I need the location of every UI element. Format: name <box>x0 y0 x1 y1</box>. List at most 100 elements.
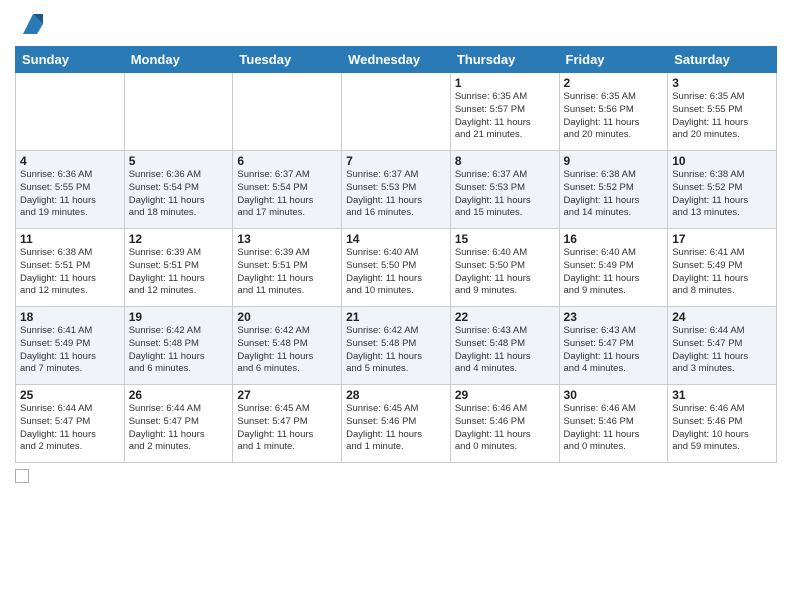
day-info: Sunrise: 6:46 AM Sunset: 5:46 PM Dayligh… <box>564 403 664 454</box>
day-info: Sunrise: 6:36 AM Sunset: 5:54 PM Dayligh… <box>129 169 229 220</box>
day-number: 30 <box>564 388 664 402</box>
day-info: Sunrise: 6:35 AM Sunset: 5:56 PM Dayligh… <box>564 91 664 142</box>
day-number: 7 <box>346 154 446 168</box>
day-info: Sunrise: 6:39 AM Sunset: 5:51 PM Dayligh… <box>129 247 229 298</box>
day-cell-24: 24Sunrise: 6:44 AM Sunset: 5:47 PM Dayli… <box>668 307 777 385</box>
day-info: Sunrise: 6:37 AM Sunset: 5:53 PM Dayligh… <box>346 169 446 220</box>
day-number: 9 <box>564 154 664 168</box>
page: SundayMondayTuesdayWednesdayThursdayFrid… <box>0 0 792 612</box>
day-number: 5 <box>129 154 229 168</box>
day-number: 31 <box>672 388 772 402</box>
week-row-5: 25Sunrise: 6:44 AM Sunset: 5:47 PM Dayli… <box>16 385 777 463</box>
day-info: Sunrise: 6:44 AM Sunset: 5:47 PM Dayligh… <box>20 403 120 454</box>
logo <box>15 10 47 38</box>
day-info: Sunrise: 6:37 AM Sunset: 5:54 PM Dayligh… <box>237 169 337 220</box>
weekday-header-row: SundayMondayTuesdayWednesdayThursdayFrid… <box>16 47 777 73</box>
day-cell-19: 19Sunrise: 6:42 AM Sunset: 5:48 PM Dayli… <box>124 307 233 385</box>
day-cell-15: 15Sunrise: 6:40 AM Sunset: 5:50 PM Dayli… <box>450 229 559 307</box>
empty-cell <box>124 73 233 151</box>
day-cell-14: 14Sunrise: 6:40 AM Sunset: 5:50 PM Dayli… <box>342 229 451 307</box>
day-cell-21: 21Sunrise: 6:42 AM Sunset: 5:48 PM Dayli… <box>342 307 451 385</box>
day-info: Sunrise: 6:45 AM Sunset: 5:46 PM Dayligh… <box>346 403 446 454</box>
day-cell-4: 4Sunrise: 6:36 AM Sunset: 5:55 PM Daylig… <box>16 151 125 229</box>
day-info: Sunrise: 6:45 AM Sunset: 5:47 PM Dayligh… <box>237 403 337 454</box>
day-cell-25: 25Sunrise: 6:44 AM Sunset: 5:47 PM Dayli… <box>16 385 125 463</box>
day-info: Sunrise: 6:41 AM Sunset: 5:49 PM Dayligh… <box>672 247 772 298</box>
day-info: Sunrise: 6:42 AM Sunset: 5:48 PM Dayligh… <box>129 325 229 376</box>
weekday-tuesday: Tuesday <box>233 47 342 73</box>
day-info: Sunrise: 6:43 AM Sunset: 5:47 PM Dayligh… <box>564 325 664 376</box>
day-info: Sunrise: 6:40 AM Sunset: 5:49 PM Dayligh… <box>564 247 664 298</box>
day-info: Sunrise: 6:38 AM Sunset: 5:51 PM Dayligh… <box>20 247 120 298</box>
day-number: 16 <box>564 232 664 246</box>
weekday-wednesday: Wednesday <box>342 47 451 73</box>
day-cell-27: 27Sunrise: 6:45 AM Sunset: 5:47 PM Dayli… <box>233 385 342 463</box>
day-info: Sunrise: 6:41 AM Sunset: 5:49 PM Dayligh… <box>20 325 120 376</box>
day-cell-20: 20Sunrise: 6:42 AM Sunset: 5:48 PM Dayli… <box>233 307 342 385</box>
day-info: Sunrise: 6:39 AM Sunset: 5:51 PM Dayligh… <box>237 247 337 298</box>
day-cell-9: 9Sunrise: 6:38 AM Sunset: 5:52 PM Daylig… <box>559 151 668 229</box>
legend-box <box>15 469 29 483</box>
weekday-friday: Friday <box>559 47 668 73</box>
day-cell-10: 10Sunrise: 6:38 AM Sunset: 5:52 PM Dayli… <box>668 151 777 229</box>
day-number: 24 <box>672 310 772 324</box>
day-info: Sunrise: 6:42 AM Sunset: 5:48 PM Dayligh… <box>346 325 446 376</box>
weekday-thursday: Thursday <box>450 47 559 73</box>
day-number: 21 <box>346 310 446 324</box>
day-cell-7: 7Sunrise: 6:37 AM Sunset: 5:53 PM Daylig… <box>342 151 451 229</box>
day-number: 15 <box>455 232 555 246</box>
week-row-3: 11Sunrise: 6:38 AM Sunset: 5:51 PM Dayli… <box>16 229 777 307</box>
logo-icon <box>19 10 47 38</box>
empty-cell <box>16 73 125 151</box>
day-info: Sunrise: 6:38 AM Sunset: 5:52 PM Dayligh… <box>564 169 664 220</box>
week-row-4: 18Sunrise: 6:41 AM Sunset: 5:49 PM Dayli… <box>16 307 777 385</box>
weekday-saturday: Saturday <box>668 47 777 73</box>
empty-cell <box>342 73 451 151</box>
day-cell-30: 30Sunrise: 6:46 AM Sunset: 5:46 PM Dayli… <box>559 385 668 463</box>
weekday-sunday: Sunday <box>16 47 125 73</box>
day-number: 12 <box>129 232 229 246</box>
day-info: Sunrise: 6:35 AM Sunset: 5:55 PM Dayligh… <box>672 91 772 142</box>
day-cell-13: 13Sunrise: 6:39 AM Sunset: 5:51 PM Dayli… <box>233 229 342 307</box>
day-number: 10 <box>672 154 772 168</box>
day-info: Sunrise: 6:37 AM Sunset: 5:53 PM Dayligh… <box>455 169 555 220</box>
day-cell-23: 23Sunrise: 6:43 AM Sunset: 5:47 PM Dayli… <box>559 307 668 385</box>
day-number: 29 <box>455 388 555 402</box>
empty-cell <box>233 73 342 151</box>
day-info: Sunrise: 6:43 AM Sunset: 5:48 PM Dayligh… <box>455 325 555 376</box>
day-number: 13 <box>237 232 337 246</box>
day-number: 18 <box>20 310 120 324</box>
day-number: 28 <box>346 388 446 402</box>
day-cell-17: 17Sunrise: 6:41 AM Sunset: 5:49 PM Dayli… <box>668 229 777 307</box>
day-number: 22 <box>455 310 555 324</box>
header <box>15 10 777 38</box>
day-number: 4 <box>20 154 120 168</box>
day-info: Sunrise: 6:40 AM Sunset: 5:50 PM Dayligh… <box>455 247 555 298</box>
day-info: Sunrise: 6:46 AM Sunset: 5:46 PM Dayligh… <box>455 403 555 454</box>
week-row-1: 1Sunrise: 6:35 AM Sunset: 5:57 PM Daylig… <box>16 73 777 151</box>
day-number: 19 <box>129 310 229 324</box>
day-number: 14 <box>346 232 446 246</box>
day-info: Sunrise: 6:44 AM Sunset: 5:47 PM Dayligh… <box>672 325 772 376</box>
day-number: 25 <box>20 388 120 402</box>
day-number: 6 <box>237 154 337 168</box>
day-cell-11: 11Sunrise: 6:38 AM Sunset: 5:51 PM Dayli… <box>16 229 125 307</box>
day-cell-1: 1Sunrise: 6:35 AM Sunset: 5:57 PM Daylig… <box>450 73 559 151</box>
week-row-2: 4Sunrise: 6:36 AM Sunset: 5:55 PM Daylig… <box>16 151 777 229</box>
day-number: 3 <box>672 76 772 90</box>
day-info: Sunrise: 6:40 AM Sunset: 5:50 PM Dayligh… <box>346 247 446 298</box>
day-number: 27 <box>237 388 337 402</box>
day-number: 17 <box>672 232 772 246</box>
day-cell-8: 8Sunrise: 6:37 AM Sunset: 5:53 PM Daylig… <box>450 151 559 229</box>
day-cell-22: 22Sunrise: 6:43 AM Sunset: 5:48 PM Dayli… <box>450 307 559 385</box>
day-cell-29: 29Sunrise: 6:46 AM Sunset: 5:46 PM Dayli… <box>450 385 559 463</box>
legend <box>15 469 777 483</box>
day-number: 1 <box>455 76 555 90</box>
day-number: 23 <box>564 310 664 324</box>
day-info: Sunrise: 6:46 AM Sunset: 5:46 PM Dayligh… <box>672 403 772 454</box>
day-cell-12: 12Sunrise: 6:39 AM Sunset: 5:51 PM Dayli… <box>124 229 233 307</box>
day-cell-2: 2Sunrise: 6:35 AM Sunset: 5:56 PM Daylig… <box>559 73 668 151</box>
day-cell-5: 5Sunrise: 6:36 AM Sunset: 5:54 PM Daylig… <box>124 151 233 229</box>
day-info: Sunrise: 6:36 AM Sunset: 5:55 PM Dayligh… <box>20 169 120 220</box>
day-number: 26 <box>129 388 229 402</box>
